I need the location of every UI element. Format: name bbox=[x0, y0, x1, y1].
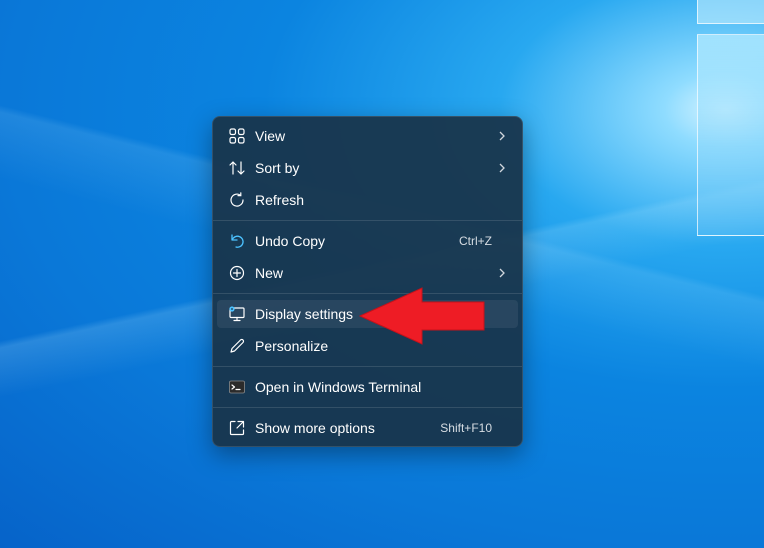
menu-item-shortcut: Ctrl+Z bbox=[459, 234, 492, 248]
chevron-right-icon bbox=[499, 163, 505, 173]
menu-item-refresh[interactable]: Refresh bbox=[217, 186, 518, 214]
undo-icon bbox=[231, 234, 244, 248]
add-circle-icon bbox=[229, 265, 245, 281]
display-settings-icon bbox=[229, 306, 245, 322]
menu-item-label: Show more options bbox=[255, 420, 375, 436]
menu-item-label: Refresh bbox=[255, 192, 305, 208]
menu-item-label: New bbox=[255, 265, 284, 281]
chevron-right-icon bbox=[499, 268, 505, 278]
red-arrow-annotation bbox=[358, 287, 485, 345]
pen-icon bbox=[230, 338, 245, 353]
refresh-icon bbox=[230, 192, 244, 207]
terminal-icon bbox=[229, 380, 245, 394]
menu-separator bbox=[213, 366, 522, 367]
menu-item-shortcut: Shift+F10 bbox=[440, 421, 492, 435]
expand-icon bbox=[229, 420, 245, 436]
menu-item-open-terminal[interactable]: Open in Windows Terminal bbox=[217, 373, 518, 401]
menu-item-label: Open in Windows Terminal bbox=[255, 379, 422, 395]
menu-item-undo-copy[interactable]: Undo Copy Ctrl+Z bbox=[217, 227, 518, 255]
sort-icon bbox=[229, 161, 245, 175]
wallpaper-window-pane bbox=[697, 34, 764, 236]
desktop-context-menu: View Sort by Refresh Undo Copy Ctrl+Z Ne… bbox=[212, 116, 523, 447]
menu-item-label: View bbox=[255, 128, 286, 144]
wallpaper-window-pane bbox=[697, 0, 764, 24]
menu-item-sort-by[interactable]: Sort by bbox=[217, 154, 518, 182]
menu-item-label: Personalize bbox=[255, 338, 329, 354]
menu-separator bbox=[213, 220, 522, 221]
menu-item-new[interactable]: New bbox=[217, 259, 518, 287]
grid-view-icon bbox=[229, 128, 245, 144]
menu-item-show-more-options[interactable]: Show more options Shift+F10 bbox=[217, 414, 518, 442]
chevron-right-icon bbox=[499, 131, 505, 141]
menu-item-label: Display settings bbox=[255, 306, 354, 322]
menu-separator bbox=[213, 407, 522, 408]
menu-item-label: Undo Copy bbox=[255, 233, 326, 249]
menu-item-view[interactable]: View bbox=[217, 122, 518, 150]
menu-item-label: Sort by bbox=[255, 160, 300, 176]
